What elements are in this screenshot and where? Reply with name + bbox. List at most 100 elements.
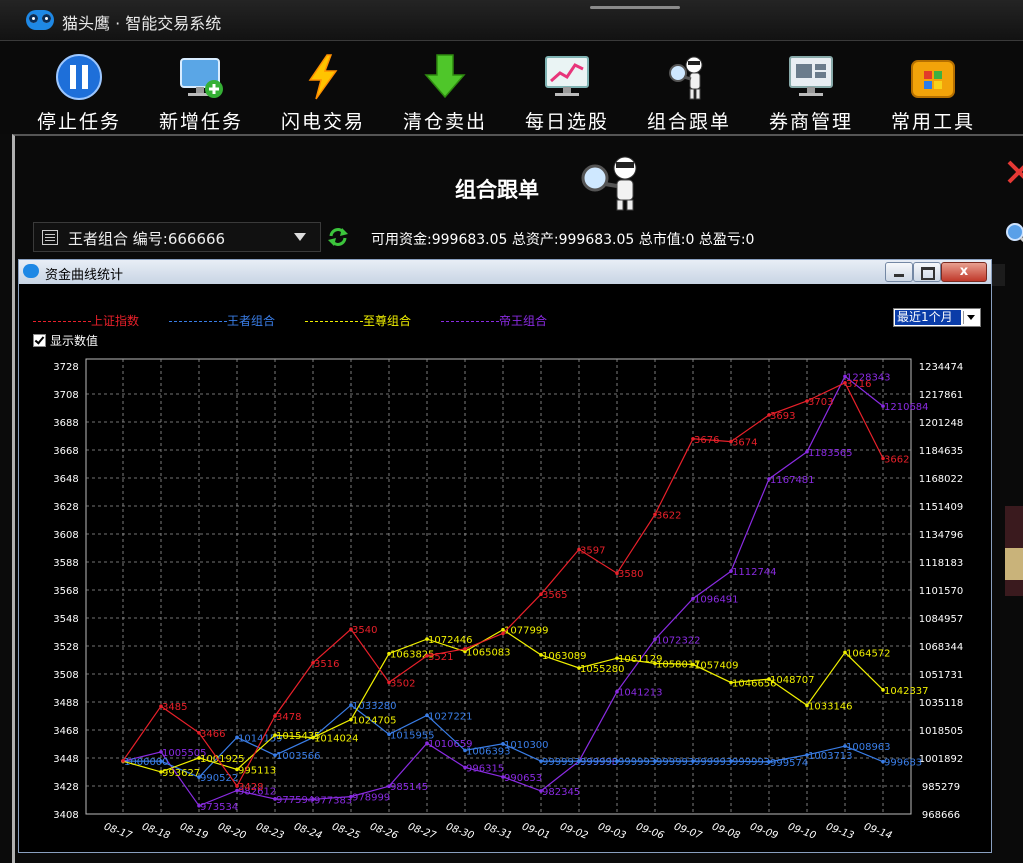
drag-handle[interactable] [590,6,680,9]
close-label: x [959,264,969,279]
data-label: 1015955 [390,730,435,741]
x-tick-label: 09-08 [710,822,741,842]
chevron-down-icon [963,311,978,324]
add-task-icon [176,53,226,101]
left-tick-label: 3568 [53,586,78,597]
data-label: 1077999 [504,626,549,637]
x-tick-label: 08-25 [330,822,361,842]
right-tick-label: 1118183 [919,558,964,569]
magnifier-person-icon [575,150,655,212]
left-tick-label: 3728 [53,362,78,373]
x-tick-label: 09-07 [672,822,704,842]
x-tick-label: 09-02 [558,822,589,842]
data-label: 1065083 [466,647,511,658]
left-tick-label: 3508 [53,670,78,681]
range-select[interactable]: 最近1个月 [893,308,981,327]
x-tick-label: 08-26 [368,822,399,842]
portfolio-follow-label: 组合跟单 [646,111,731,133]
right-tick-label: 1068344 [919,642,964,653]
data-label: 999993 [656,757,694,768]
data-label: 3622 [656,510,681,521]
portfolio-follow-button[interactable]: 组合跟单 [628,49,750,133]
clear-sell-button[interactable]: 清仓卖出 [384,49,506,133]
data-label: 3597 [580,545,605,556]
data-label: 3502 [390,678,415,689]
lightning-icon [298,53,348,101]
dialog-title-bar[interactable]: 资金曲线统计 x [19,260,991,284]
left-tick-label: 3628 [53,502,78,513]
common-tools-button[interactable]: 常用工具 [872,49,994,133]
legend-item-supreme: 至尊组合 [305,312,411,329]
portfolio-select-value: 王者组合 编号:666666 [68,230,226,248]
data-label: 999683 [884,758,922,769]
dialog-title: 资金曲线统计 [45,268,124,283]
close-button[interactable]: x [941,262,987,282]
daily-pick-label: 每日选股 [524,111,609,133]
stop-task-label: 停止任务 [36,111,121,133]
x-tick-label: 08-23 [254,822,285,842]
x-tick-label: 08-31 [482,822,513,842]
lightning-trade-button[interactable]: 闪电交易 [262,49,384,133]
data-label: 1042337 [884,686,929,697]
side-strip-highlight [1005,548,1023,580]
data-label: 1072446 [428,635,473,646]
left-tick-label: 3608 [53,530,78,541]
right-tick-label: 968666 [922,810,960,821]
toolbox-icon [908,53,958,101]
data-label: 978999 [352,793,390,804]
right-tick-label: 1234474 [919,362,964,373]
data-point [121,759,125,763]
data-label: 3516 [314,659,339,670]
search-icon[interactable] [1003,222,1023,246]
data-label: 1033146 [808,701,853,712]
panel-title: 组合跟单 [455,178,539,202]
x-tick-label: 09-03 [596,822,627,842]
data-label: 3485 [162,702,187,713]
list-icon [42,230,58,245]
legend-label: 至尊组合 [363,314,412,328]
data-label: 1112744 [732,567,777,578]
refresh-icon[interactable] [327,226,349,248]
data-label: 3676 [694,435,719,446]
right-tick-label: 985279 [922,782,960,793]
data-label: 1183565 [808,448,853,459]
fund-summary: 可用资金:999683.05 总资产:999683.05 总市值:0 总盈亏:0 [371,232,755,248]
lightning-trade-label: 闪电交易 [280,111,365,133]
add-task-button[interactable]: 新增任务 [140,49,262,133]
app-title: 猫头鹰 · 智能交易系统 [62,14,222,33]
data-label: 1048707 [770,675,815,686]
data-label: 1041213 [618,688,663,699]
portfolio-select[interactable]: 王者组合 编号:666666 [33,222,321,252]
right-tick-label: 1168022 [919,474,964,485]
owl-logo-icon [23,264,39,278]
data-label: 3703 [808,397,833,408]
stop-task-button[interactable]: 停止任务 [18,49,140,133]
x-tick-label: 09-14 [862,822,893,842]
maximize-button[interactable] [913,262,941,282]
right-tick-label: 1035118 [919,698,964,709]
data-label: 999993 [732,757,770,768]
data-label: 999993 [694,757,732,768]
broker-manage-label: 券商管理 [768,111,853,133]
left-tick-label: 3448 [53,754,78,765]
data-label: 3428 [238,782,263,793]
broker-manage-button[interactable]: 券商管理 [750,49,872,133]
fund-curve-dialog: 资金曲线统计 x 上证指数 王者组合 至尊组合 帝王组合 显示数值 最近1个月 … [18,259,992,853]
data-label: 973534 [200,802,238,813]
x-tick-label: 09-06 [634,822,665,842]
right-tick-label: 1018505 [919,726,964,737]
data-label: 3674 [732,438,757,449]
x-tick-label: 08-18 [140,822,171,842]
minimize-button[interactable] [885,262,913,282]
data-label: 1096491 [694,595,739,606]
data-label: 1210684 [884,402,929,413]
owl-logo-icon [26,10,54,30]
data-label: 1055280 [580,664,625,675]
right-tick-label: 1051731 [919,670,964,681]
stock-chart-icon [542,53,592,101]
chevron-down-icon [294,233,306,241]
close-icon[interactable] [1005,158,1023,186]
data-label: 982345 [542,787,580,798]
daily-pick-button[interactable]: 每日选股 [506,49,628,133]
data-label: 999574 [770,758,808,769]
